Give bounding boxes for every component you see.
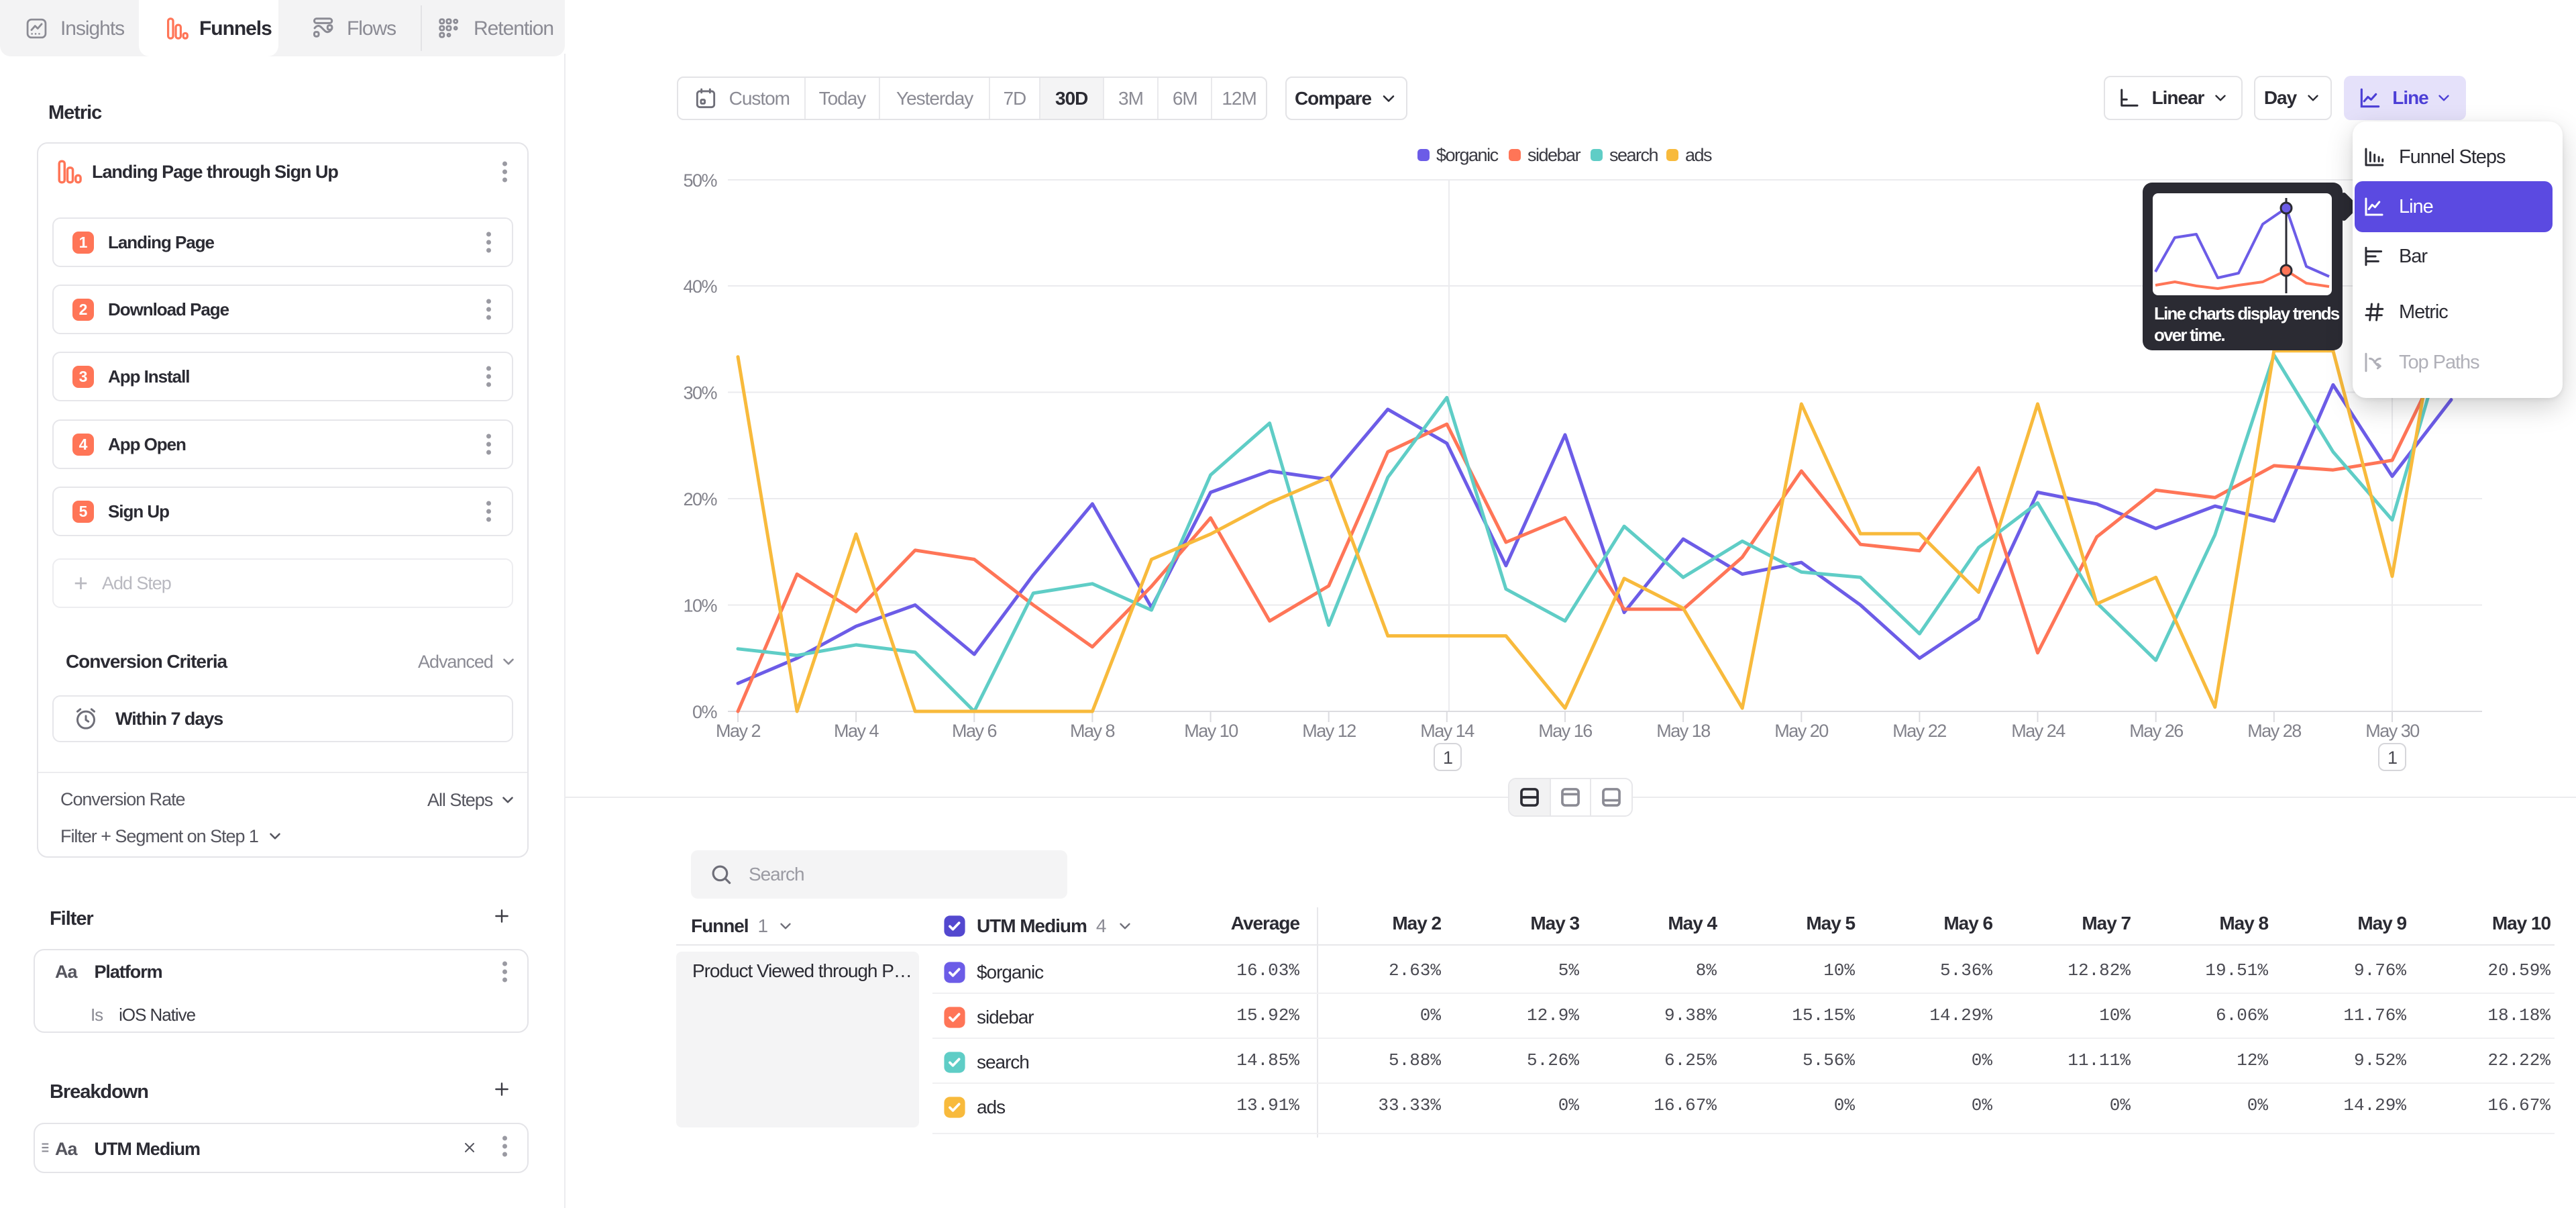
svg-text:50%: 50% xyxy=(683,170,717,191)
svg-text:May 26: May 26 xyxy=(2129,721,2183,741)
svg-text:$organic: $organic xyxy=(1436,145,1499,165)
svg-text:May 30: May 30 xyxy=(2365,721,2419,741)
svg-text:May 18: May 18 xyxy=(1656,721,1710,741)
svg-text:May 22: May 22 xyxy=(1892,721,1946,741)
svg-text:search: search xyxy=(1609,145,1658,165)
svg-text:40%: 40% xyxy=(683,276,717,297)
svg-text:May 6: May 6 xyxy=(952,721,997,741)
svg-text:30%: 30% xyxy=(683,383,717,403)
svg-text:May 24: May 24 xyxy=(2011,721,2065,741)
svg-text:20%: 20% xyxy=(683,489,717,509)
svg-text:1: 1 xyxy=(2387,748,2397,768)
svg-text:0%: 0% xyxy=(692,702,718,722)
svg-text:1: 1 xyxy=(1443,748,1452,768)
svg-text:May 14: May 14 xyxy=(1420,721,1474,741)
svg-text:sidebar: sidebar xyxy=(1527,145,1581,165)
svg-text:May 16: May 16 xyxy=(1538,721,1592,741)
svg-text:May 4: May 4 xyxy=(834,721,879,741)
svg-text:May 8: May 8 xyxy=(1070,721,1115,741)
svg-text:May 2: May 2 xyxy=(716,721,761,741)
svg-text:May 20: May 20 xyxy=(1774,721,1828,741)
svg-text:May 10: May 10 xyxy=(1184,721,1238,741)
svg-text:ads: ads xyxy=(1685,145,1712,165)
svg-text:May 12: May 12 xyxy=(1302,721,1356,741)
svg-text:May 28: May 28 xyxy=(2247,721,2301,741)
svg-text:10%: 10% xyxy=(683,596,717,616)
